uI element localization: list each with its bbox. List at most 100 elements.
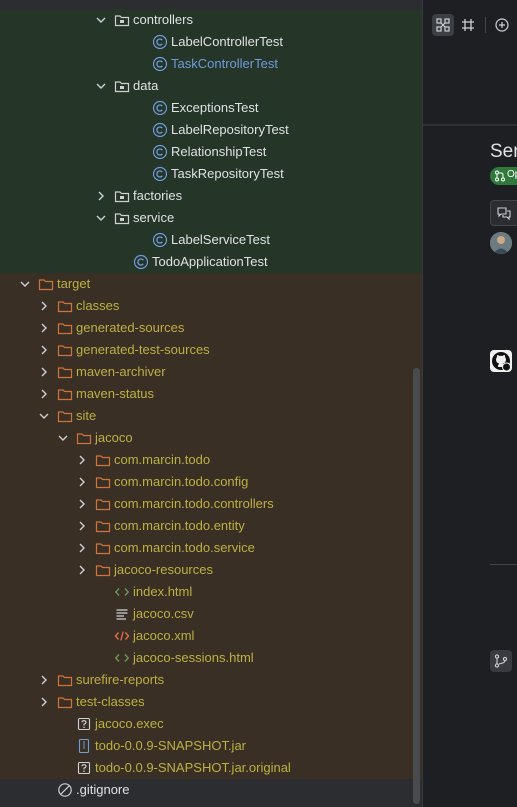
tree-item-label: site <box>76 408 97 423</box>
folder-icon <box>57 301 73 313</box>
folder-icon <box>95 477 111 489</box>
chevron-down-icon[interactable] <box>93 78 109 94</box>
folder-icon <box>57 323 73 335</box>
folder-icon <box>57 675 73 687</box>
tree-item-todoapplicationtest[interactable]: TodoApplicationTest <box>0 251 422 273</box>
tree-item-label: jacoco-resources <box>114 562 213 577</box>
tree-item-labelservicetest[interactable]: LabelServiceTest <box>0 229 422 251</box>
avatar[interactable] <box>490 232 512 254</box>
folder-icon <box>57 389 73 401</box>
tree-item-label: jacoco <box>95 430 133 445</box>
chevron-right-icon[interactable] <box>74 562 90 578</box>
chevron-right-icon[interactable] <box>36 364 52 380</box>
branch-icon[interactable] <box>490 650 512 672</box>
tree-item-labelrepositorytest[interactable]: LabelRepositoryTest <box>0 119 422 141</box>
folder-icon <box>95 543 111 555</box>
add-icon[interactable] <box>491 14 513 36</box>
tree-item-jacoco-xml[interactable]: jacoco.xml <box>0 625 422 647</box>
chevron-right-icon[interactable] <box>74 518 90 534</box>
tree-item-gitignore[interactable]: .gitignore <box>0 779 422 801</box>
folder-icon <box>57 411 73 423</box>
tree-item-generated-test-sources[interactable]: generated-test-sources <box>0 339 422 361</box>
folder-icon <box>76 433 92 445</box>
badge-label: Op <box>507 169 517 180</box>
tree-item-label: LabelControllerTest <box>171 34 284 49</box>
chevron-right-icon[interactable] <box>36 672 52 688</box>
class-icon <box>133 254 149 270</box>
tree-item-com-marcin-todo-entity[interactable]: com.marcin.todo.entity <box>0 515 422 537</box>
tree-item-labelcontrollertest[interactable]: LabelControllerTest <box>0 31 422 53</box>
tree-item-target[interactable]: target <box>0 273 422 295</box>
tree-item-label: jacoco.xml <box>133 628 195 643</box>
tree-item-label: com.marcin.todo <box>114 452 211 467</box>
unknown-file-icon <box>77 761 91 775</box>
tree-item-label: factories <box>133 188 183 203</box>
tree-item-todo-0-0-9-snapshot-jar-original[interactable]: todo-0.0.9-SNAPSHOT.jar.original <box>0 757 422 779</box>
tree-item-label: data <box>133 78 159 93</box>
tree-item-generated-sources[interactable]: generated-sources <box>0 317 422 339</box>
chevron-right-icon[interactable] <box>36 298 52 314</box>
chevron-down-icon[interactable] <box>93 12 109 28</box>
tree-item-relationshiptest[interactable]: RelationshipTest <box>0 141 422 163</box>
tree-item-taskcontrollertest[interactable]: TaskControllerTest <box>0 53 422 75</box>
tree-item-taskrepositorytest[interactable]: TaskRepositoryTest <box>0 163 422 185</box>
chevron-right-icon[interactable] <box>93 188 109 204</box>
class-icon <box>152 56 168 72</box>
tree-item-jacoco-resources[interactable]: jacoco-resources <box>0 559 422 581</box>
chevron-right-icon[interactable] <box>36 320 52 336</box>
tree-item-maven-status[interactable]: maven-status <box>0 383 422 405</box>
folder-icon <box>57 345 73 357</box>
chevron-down-icon[interactable] <box>55 430 71 446</box>
class-icon <box>152 144 168 160</box>
tree-item-surefire-reports[interactable]: surefire-reports <box>0 669 422 691</box>
tree-item-jacoco[interactable]: jacoco <box>0 427 422 449</box>
tree-item-site[interactable]: site <box>0 405 422 427</box>
tree-item-factories[interactable]: factories <box>0 185 422 207</box>
tree-item-com-marcin-todo-controllers[interactable]: com.marcin.todo.controllers <box>0 493 422 515</box>
tree-item-label: RelationshipTest <box>171 144 267 159</box>
tree-item-exceptionstest[interactable]: ExceptionsTest <box>0 97 422 119</box>
text-file-icon <box>116 609 128 620</box>
comment-button[interactable] <box>490 200 517 226</box>
tree-item-label: surefire-reports <box>76 672 165 687</box>
chevron-down-icon[interactable] <box>36 408 52 424</box>
chevron-right-icon[interactable] <box>36 342 52 358</box>
chevron-right-icon[interactable] <box>74 474 90 490</box>
chevron-right-icon[interactable] <box>36 386 52 402</box>
tree-item-com-marcin-todo[interactable]: com.marcin.todo <box>0 449 422 471</box>
tree-item-todo-0-0-9-snapshot-jar[interactable]: todo-0.0.9-SNAPSHOT.jar <box>0 735 422 757</box>
class-icon <box>152 122 168 138</box>
tree-item-test-classes[interactable]: test-classes <box>0 691 422 713</box>
tree-item-com-marcin-todo-service[interactable]: com.marcin.todo.service <box>0 537 422 559</box>
tree-item-controllers[interactable]: controllers <box>0 9 422 31</box>
chevron-right-icon[interactable] <box>74 452 90 468</box>
project-tree[interactable]: controllers LabelControllerTest TaskContro… <box>0 0 422 807</box>
tree-item-label: LabelServiceTest <box>171 232 270 247</box>
diagram-icon[interactable] <box>432 14 454 36</box>
tree-item-com-marcin-todo-config[interactable]: com.marcin.todo.config <box>0 471 422 493</box>
tree-item-label: .gitignore <box>76 782 130 797</box>
chevron-down-icon[interactable] <box>93 210 109 226</box>
section-divider <box>490 564 517 565</box>
chevron-right-icon[interactable] <box>36 694 52 710</box>
status-badge[interactable]: Op <box>490 167 517 185</box>
github-icon[interactable] <box>490 350 512 372</box>
tree-item-jacoco-exec[interactable]: jacoco.exec <box>0 713 422 735</box>
unknown-file-icon <box>77 717 91 731</box>
tree-item-jacoco-sessions-html[interactable]: jacoco-sessions.html <box>0 647 422 669</box>
tree-item-index-html[interactable]: index.html <box>0 581 422 603</box>
xml-file-icon <box>114 631 130 641</box>
tree-item-maven-archiver[interactable]: maven-archiver <box>0 361 422 383</box>
tree-item-data[interactable]: data <box>0 75 422 97</box>
frame-icon[interactable] <box>457 14 479 36</box>
chevron-down-icon[interactable] <box>17 276 33 292</box>
tree-item-classes[interactable]: classes <box>0 295 422 317</box>
tree-scrollbar[interactable] <box>413 368 420 804</box>
tree-item-jacoco-csv[interactable]: jacoco.csv <box>0 603 422 625</box>
right-panel: Ser Op <box>423 0 517 807</box>
chevron-right-icon[interactable] <box>74 496 90 512</box>
tree-item-service[interactable]: service <box>0 207 422 229</box>
folder-icon <box>57 697 73 709</box>
tree-item-label: maven-status <box>76 386 155 401</box>
chevron-right-icon[interactable] <box>74 540 90 556</box>
